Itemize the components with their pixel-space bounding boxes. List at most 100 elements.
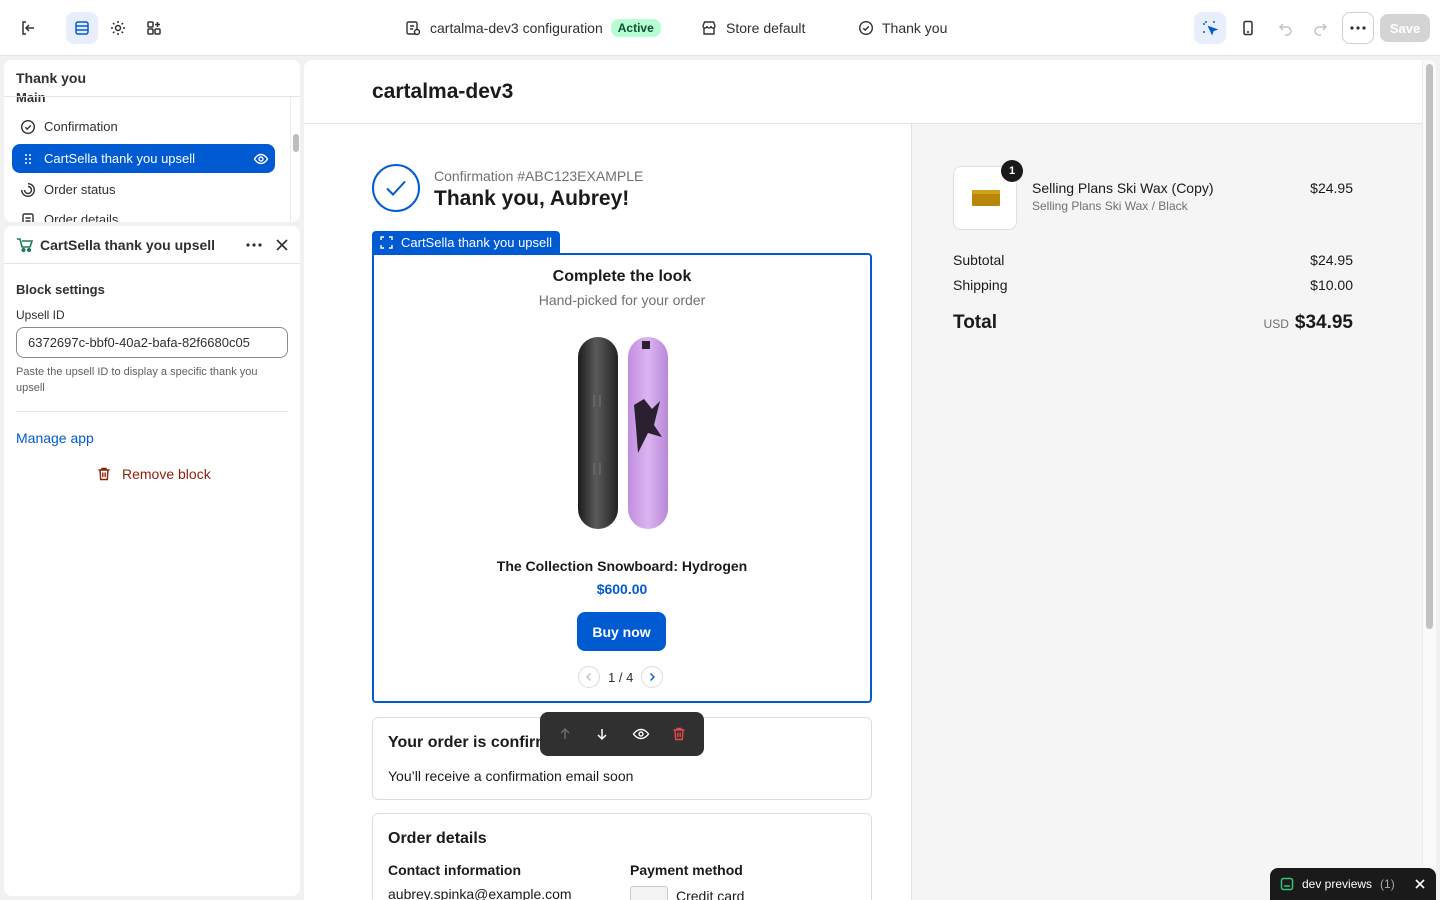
redo-icon[interactable] [1304,12,1336,44]
config-icon [406,21,421,36]
upsell-pager: 1 / 4 [578,666,664,688]
contact-info-heading: Contact information [388,862,521,878]
inspector-icon[interactable] [1194,12,1226,44]
block-settings-panel: CartSella thank you upsell Block setting… [4,226,300,896]
apps-icon[interactable] [138,12,170,44]
subtotal-row: Subtotal $24.95 [953,252,1353,268]
shipping-value: $10.00 [1310,277,1353,293]
close-icon[interactable] [275,238,289,252]
store-selector[interactable]: Store default [700,0,805,56]
order-summary: 1 Selling Plans Ski Wax (Copy) Selling P… [911,124,1422,900]
remove-block-button[interactable]: Remove block [96,466,211,482]
block-tag-label: CartSella thank you upsell [401,234,553,250]
config-name: cartalma-dev3 configuration [430,20,603,36]
order-details-card: Order details Contact information aubrey… [372,813,872,900]
upsell-id-label: Upsell ID [16,308,65,322]
tree-item-label: CartSella thank you upsell [44,151,196,166]
check-circle-icon [20,119,36,134]
order-confirmed-text: You’ll receive a confirmation email soon [388,768,634,784]
upsell-title: Complete the look [552,268,692,285]
chevron-right-icon [650,673,656,681]
toast-count: (1) [1380,877,1395,891]
buy-now-button[interactable]: Buy now [577,612,666,651]
line-item-variant: Selling Plans Ski Wax / Black [1032,199,1188,213]
line-item-price: $24.95 [1310,180,1353,196]
contact-email: aubrey.spinka@example.com [388,886,572,900]
close-icon[interactable] [1414,878,1426,890]
eye-icon[interactable] [253,151,269,167]
store-icon [702,21,716,35]
tree-item-label: Order status [44,182,116,197]
total-currency: USD [1263,317,1289,331]
select-frame-icon [380,235,393,249]
upsell-block[interactable]: Complete the look Hand-picked for your o… [372,253,872,703]
top-bar: cartalma-dev3 configuration Active Store… [0,0,1440,56]
tree-item-confirmation[interactable]: Confirmation [12,112,275,141]
gear-icon[interactable] [102,12,134,44]
block-settings-heading: Block settings [16,282,105,297]
tree-item-order-details[interactable]: Order details [12,205,275,222]
scrollbar-thumb[interactable] [1426,64,1433,629]
mobile-view-icon[interactable] [1232,12,1264,44]
credit-card-icon [630,886,668,900]
page-name: Thank you [882,20,948,36]
remove-block-label: Remove block [122,466,211,482]
thank-you-heading: Thank you, Aubrey! [434,187,630,210]
undo-icon[interactable] [1270,12,1302,44]
preview-scrollbar[interactable] [1422,60,1436,900]
tree-title: Thank you [16,60,286,86]
divider [16,411,288,412]
total-value: $34.95 [1294,312,1353,333]
tree-section-label: Main [16,90,46,105]
shop-name: cartalma-dev3 [372,80,514,103]
upsell-price: $600.00 [596,581,648,597]
tree-item-order-status[interactable]: Order status [12,175,275,204]
section-tree: Main Thank you Confirmation CartSella th… [4,60,300,222]
snowboard-product-image [578,337,668,529]
checkout-preview: cartalma-dev3 Confirmation #ABC123EXAMPL… [304,60,1436,900]
sections-icon[interactable] [66,12,98,44]
arrow-down-icon[interactable] [594,726,610,742]
selected-block-tag[interactable]: CartSella thank you upsell [372,231,561,253]
progress-icon [21,182,35,197]
save-button[interactable]: Save [1380,14,1430,42]
manage-app-link[interactable]: Manage app [16,430,94,446]
settings-title: CartSella thank you upsell [40,237,216,253]
preview-icon [1280,877,1294,891]
block-floating-toolbar [540,712,704,756]
trash-icon[interactable] [671,726,687,742]
shipping-label: Shipping [953,277,1008,293]
dev-previews-toast[interactable]: dev previews (1) [1270,868,1436,900]
more-icon[interactable] [1342,12,1374,44]
confirmed-check-icon [372,164,420,212]
upsell-id-input[interactable]: 6372697c-bbf0-40a2-bafa-82f6680c05 [16,327,288,358]
ski-wax-image [972,190,1000,206]
tree-scrollbar[interactable] [293,134,299,152]
preview-header: cartalma-dev3 [304,60,1422,124]
order-details-heading: Order details [388,830,487,847]
page-selector[interactable]: Thank you [858,0,947,56]
pager-prev-button[interactable] [578,666,600,688]
toast-label: dev previews [1302,877,1373,891]
arrow-up-icon[interactable] [557,726,573,742]
exit-icon[interactable] [12,12,44,44]
chevron-left-icon [586,673,591,681]
line-item-name: Selling Plans Ski Wax (Copy) [1032,180,1214,196]
confirmation-number: Confirmation #ABC123EXAMPLE [434,168,644,184]
divider [4,96,300,97]
total-row: Total USD $34.95 [953,312,1353,334]
payment-method-value: Credit card [676,888,745,900]
settings-header: CartSella thank you upsell [4,226,300,264]
tree-item-label: Confirmation [44,119,118,134]
trash-icon [98,467,110,481]
config-selector[interactable]: cartalma-dev3 configuration Active [404,0,661,56]
upsell-product-name: The Collection Snowboard: Hydrogen [496,558,748,574]
drag-handle-icon[interactable] [20,151,36,167]
quantity-badge: 1 [1001,160,1023,182]
cartsella-logo-icon [17,238,34,253]
eye-icon[interactable] [632,726,650,742]
pager-next-button[interactable] [641,666,664,688]
tree-item-upsell[interactable]: CartSella thank you upsell [12,144,275,173]
more-icon[interactable] [246,243,262,247]
tree-scrollbar-track [290,97,291,222]
